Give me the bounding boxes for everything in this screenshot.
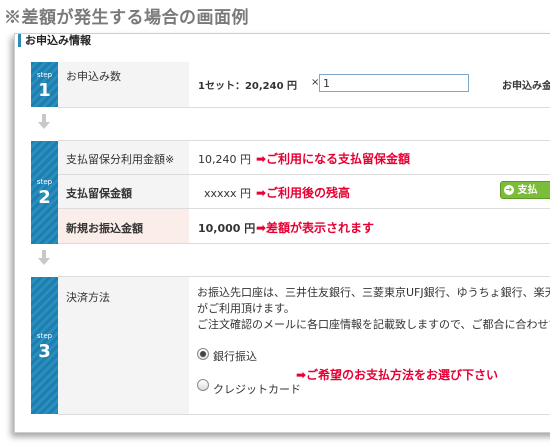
unit-price: 1セット：20,240 円 <box>198 81 298 92</box>
row3-bottom-border <box>58 414 550 415</box>
step-3-label: step <box>36 332 53 340</box>
total-label: お申込み金 <box>502 81 550 92</box>
row1-bottom-border <box>58 107 550 108</box>
step-3-badge: step 3 <box>31 277 58 414</box>
arrow-circle-icon: ➜ <box>504 185 514 195</box>
reserve-balance-value: xxxxx 円 <box>204 187 252 200</box>
row2c-bottom-border <box>58 243 550 244</box>
step-1-label: step <box>36 71 53 79</box>
credit-card-label[interactable]: クレジットカード <box>213 381 301 397</box>
payment-desc-line2: がご利用頂けます。 <box>197 302 295 315</box>
reserve-use-note: ➡ご利用になる支払留保金額 <box>256 152 411 166</box>
down-arrow-icon <box>38 250 50 265</box>
step-1-number: 1 <box>38 80 51 101</box>
reserve-use-label: 支払留保分利用金額※ <box>66 153 175 166</box>
payment-method-note: ➡ご希望のお支払方法をお選び下さい <box>296 368 499 382</box>
quantity-input[interactable]: 1 <box>319 74 469 92</box>
reserve-balance-note: ➡ご利用後の残高 <box>256 186 351 200</box>
caption-title: ※差額が発生する場合の画面例 <box>4 8 249 28</box>
step-2-label: step <box>36 178 53 186</box>
bank-transfer-radio[interactable] <box>197 348 209 360</box>
step-3-number: 3 <box>38 341 51 362</box>
credit-card-radio[interactable] <box>197 379 209 391</box>
bank-transfer-label[interactable]: 銀行振込 <box>213 348 257 364</box>
section-title: お申込み情報 <box>18 34 91 47</box>
step-2-number: 2 <box>38 187 51 208</box>
payment-desc-line3: ご注文確認のメールに各口座情報を記載致しますので、ご都合に合わせて <box>197 318 550 331</box>
pay-button[interactable]: ➜ 支払 <box>500 181 550 199</box>
pay-button-label: 支払 <box>517 185 538 196</box>
new-transfer-label: 新規お振込金額 <box>66 222 143 235</box>
quantity-label: お申込み数 <box>66 70 121 83</box>
payment-method-label: 決済方法 <box>66 291 110 304</box>
payment-desc-line1: お振込先口座は、三井住友銀行、三菱東京UFJ銀行、ゆうちょ銀行、楽天 <box>197 286 550 299</box>
step-1-badge: step 1 <box>31 62 58 107</box>
new-transfer-note: ➡差額が表示されます <box>256 221 375 235</box>
down-arrow-icon <box>38 114 50 129</box>
step-2-badge: step 2 <box>31 141 58 244</box>
new-transfer-value: 10,000 円 <box>198 222 256 235</box>
reserve-use-value: 10,240 円 <box>198 153 251 166</box>
reserve-balance-label: 支払留保金額 <box>66 187 132 200</box>
